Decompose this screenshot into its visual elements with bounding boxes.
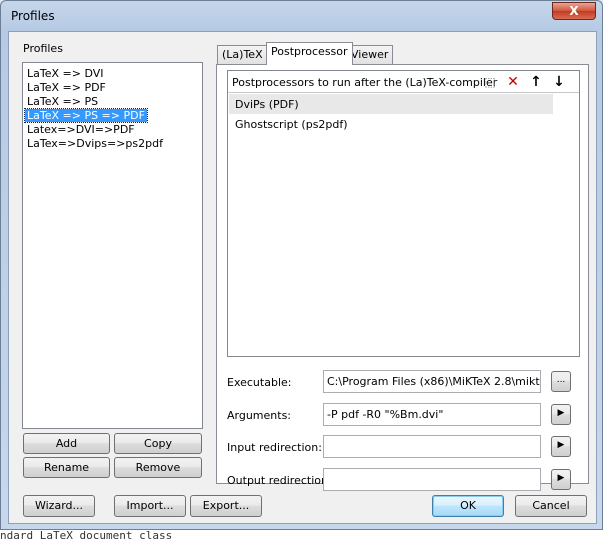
add-button[interactable]: Add [23,433,110,454]
close-icon: X [569,4,579,18]
close-button[interactable]: X [552,2,596,20]
postprocessor-header: Postprocessors to run after the (La)TeX-… [232,76,498,89]
tab-latex[interactable]: (La)TeX [217,45,268,65]
postprocessor-toolbar: Postprocessors to run after the (La)TeX-… [228,71,579,93]
arrow-right-icon: ▶ [557,440,565,450]
copy-button[interactable]: Copy [114,433,202,454]
executable-label: Executable: [227,376,292,389]
input-redirection-input[interactable] [323,435,541,458]
profiles-label: Profiles [23,42,63,55]
title-bar[interactable]: Profiles X [1,1,602,31]
profile-item-latex-dvips-ps2pdf[interactable]: LaTex=>Dvips=>ps2pdf [25,137,165,150]
profiles-listbox[interactable]: LaTeX => DVI LaTeX => PDF LaTeX => PS La… [22,62,203,429]
new-icon[interactable]: ⬚ [482,74,498,90]
move-down-icon[interactable]: ↓ [551,74,567,90]
profile-item-latex-pdf[interactable]: LaTeX => PDF [25,81,108,94]
input-redirection-label: Input redirection: [227,441,322,454]
arguments-label: Arguments: [227,409,292,422]
arguments-input[interactable]: -P pdf -R0 "%Bm.dvi" [323,403,541,426]
rename-button[interactable]: Rename [23,457,110,478]
postprocessor-tab-panel: Postprocessors to run after the (La)TeX-… [216,64,589,491]
move-up-icon[interactable]: ↑ [528,74,544,90]
output-redirection-input[interactable] [323,468,541,491]
wizard-button[interactable]: Wizard... [23,495,95,517]
remove-button[interactable]: Remove [114,457,202,478]
dialog-title: Profiles [11,9,55,23]
postprocessor-item-label: Ghostscript (ps2pdf) [235,118,348,131]
arrow-right-icon: ▶ [557,473,565,483]
cancel-button[interactable]: Cancel [515,495,587,517]
postprocessor-item-ghostscript[interactable]: Ghostscript (ps2pdf) [229,114,553,134]
ok-button[interactable]: OK [432,495,504,517]
browse-button[interactable]: ... [551,371,571,392]
delete-icon[interactable]: ✕ [505,74,521,90]
arrow-right-icon: ▶ [557,408,565,418]
profile-item-latex-dvi[interactable]: LaTeX => DVI [25,67,106,80]
input-redirection-menu-button[interactable]: ▶ [551,436,571,457]
profile-item-latex-ps-pdf[interactable]: LaTeX => PS => PDF [24,108,148,123]
tab-viewer[interactable]: Viewer [346,45,394,65]
output-redirection-label: Output redirection: [227,474,332,487]
dialog-client-area: Profiles LaTeX => DVI LaTeX => PDF LaTeX… [8,31,597,524]
executable-input[interactable]: C:\Program Files (x86)\MiKTeX 2.8\miktex… [323,370,541,393]
background-editor-text: ndard LaTeX document class [0,530,603,542]
postprocessor-item-label: DviPs (PDF) [235,98,299,111]
arguments-menu-button[interactable]: ▶ [551,404,571,425]
profile-item-latex-ps[interactable]: LaTeX => PS [25,95,100,108]
postprocessor-list-frame: Postprocessors to run after the (La)TeX-… [227,70,580,357]
import-button[interactable]: Import... [114,495,186,517]
export-button[interactable]: Export... [190,495,262,517]
output-redirection-menu-button[interactable]: ▶ [551,469,571,490]
profile-item-latex-dvi-pdf[interactable]: Latex=>DVI=>PDF [25,123,137,136]
tab-postprocessor[interactable]: Postprocessor [266,42,353,65]
postprocessor-item-dvips[interactable]: DviPs (PDF) [229,94,553,114]
profiles-dialog: Profiles X Profiles LaTeX => DVI LaTeX =… [0,0,603,530]
